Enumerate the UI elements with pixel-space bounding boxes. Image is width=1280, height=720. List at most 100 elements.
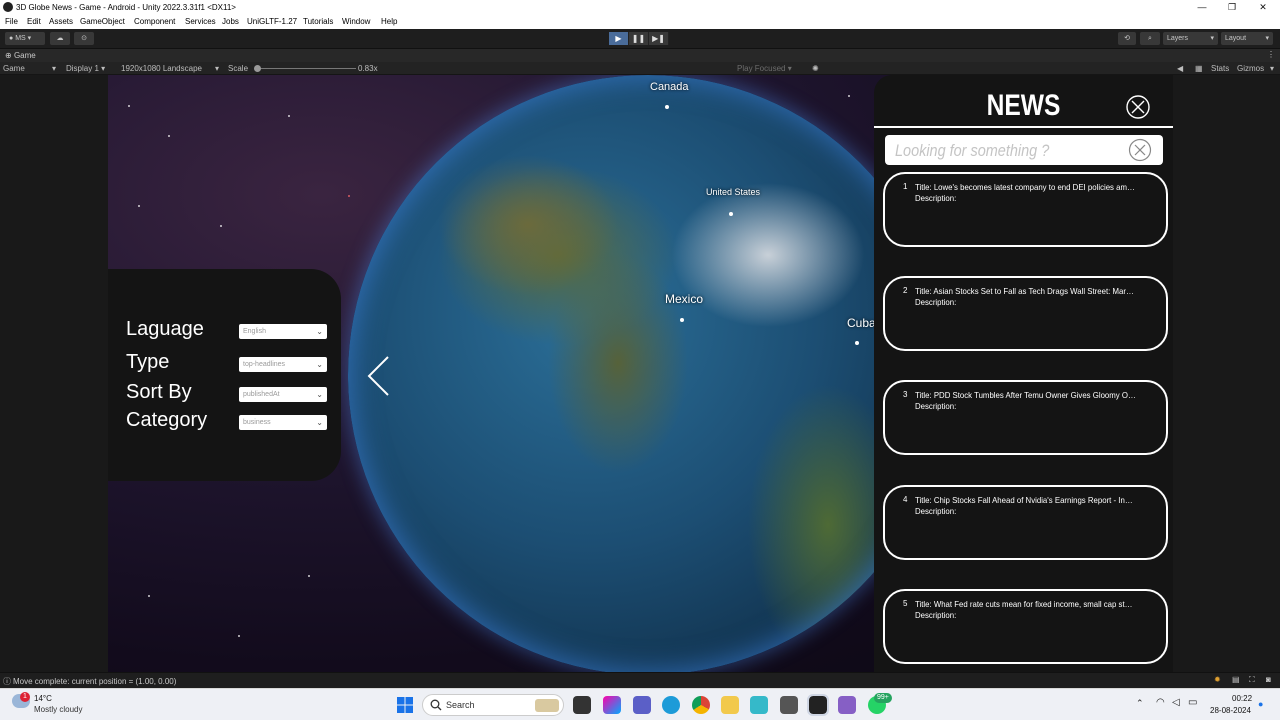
more-options-icon[interactable]: ⋮ bbox=[1267, 50, 1275, 59]
cloud-icon[interactable]: ☁ bbox=[50, 32, 70, 45]
label-cuba[interactable]: Cuba bbox=[847, 316, 876, 330]
notification-icon[interactable]: ◙ bbox=[1266, 675, 1271, 684]
stats-button[interactable]: Stats bbox=[1211, 64, 1229, 73]
pause-button[interactable]: ❚❚ bbox=[629, 32, 649, 45]
marker-usa[interactable] bbox=[729, 212, 733, 216]
news-card[interactable]: 5 Title: What Fed rate cuts mean for fix… bbox=[883, 589, 1168, 664]
volume-icon[interactable]: ◁ bbox=[1172, 697, 1180, 708]
marker-canada[interactable] bbox=[665, 105, 669, 109]
marker-mexico[interactable] bbox=[680, 318, 684, 322]
cache-icon[interactable]: ▤ bbox=[1232, 675, 1240, 684]
lighting-icon[interactable]: ✹ bbox=[1214, 675, 1221, 684]
task-view-icon[interactable] bbox=[573, 696, 591, 714]
chevron-up-icon[interactable]: ⌃ bbox=[1136, 698, 1144, 709]
type-value: top-headlines bbox=[243, 361, 286, 368]
grid-icon[interactable]: ▦ bbox=[1195, 64, 1203, 73]
menu-help[interactable]: Help bbox=[381, 17, 397, 26]
chevron-down-icon: ⌄ bbox=[316, 327, 323, 336]
taskbar-search[interactable]: Search bbox=[422, 694, 564, 716]
collab-icon[interactable]: ⊙ bbox=[74, 32, 94, 45]
news-search-input[interactable]: Looking for something ? bbox=[885, 135, 1163, 165]
visual-studio-icon[interactable] bbox=[838, 696, 856, 714]
playback-controls: ▶ ❚❚ ▶❚ bbox=[609, 32, 669, 45]
menu-services[interactable]: Services bbox=[185, 17, 216, 26]
news-divider bbox=[874, 126, 1173, 128]
mode-dropdown[interactable]: Game bbox=[3, 64, 25, 73]
bug-icon[interactable]: ✺ bbox=[812, 64, 819, 73]
close-button[interactable]: ✕ bbox=[1248, 0, 1278, 15]
news-title: Title: Chip Stocks Fall Ahead of Nvidia'… bbox=[915, 495, 1136, 505]
menu-gameobject[interactable]: GameObject bbox=[80, 17, 125, 26]
copilot-icon[interactable] bbox=[603, 696, 621, 714]
menu-edit[interactable]: Edit bbox=[27, 17, 41, 26]
earth-globe[interactable] bbox=[348, 75, 948, 672]
sort-select[interactable]: publishedAt ⌄ bbox=[239, 387, 327, 402]
unity-editor-icon[interactable] bbox=[807, 694, 829, 716]
marker-cuba[interactable] bbox=[855, 341, 859, 345]
play-mode-dropdown[interactable]: Play Focused ▾ bbox=[737, 64, 792, 73]
display-dropdown[interactable]: Display 1 ▾ bbox=[66, 64, 105, 73]
chevron-left-icon[interactable] bbox=[366, 355, 392, 397]
scale-slider-track[interactable] bbox=[258, 68, 356, 69]
menu-unigltf[interactable]: UniGLTF-1.27 bbox=[247, 17, 297, 26]
chevron-down-icon: ⌄ bbox=[316, 390, 323, 399]
search-label: Search bbox=[446, 700, 475, 710]
play-button[interactable]: ▶ bbox=[609, 32, 629, 45]
file-explorer-icon[interactable] bbox=[721, 696, 739, 714]
news-card[interactable]: 1 Title: Lowe's becomes latest company t… bbox=[883, 172, 1168, 247]
news-description: Description: bbox=[915, 297, 957, 307]
notifications-bell-icon[interactable]: ● bbox=[1258, 699, 1263, 709]
news-card[interactable]: 2 Title: Asian Stocks Set to Fall as Tec… bbox=[883, 276, 1168, 351]
unity-hub-icon[interactable] bbox=[780, 696, 798, 714]
app-icon[interactable] bbox=[750, 696, 768, 714]
language-select[interactable]: English ⌄ bbox=[239, 324, 327, 339]
teams-icon[interactable] bbox=[633, 696, 651, 714]
layout-dropdown[interactable]: Layout ▾ bbox=[1221, 32, 1273, 45]
mode-label: Game bbox=[3, 64, 25, 73]
tab-game[interactable]: ⊕ Game bbox=[5, 51, 36, 60]
menu-assets[interactable]: Assets bbox=[49, 17, 73, 26]
label-canada[interactable]: Canada bbox=[650, 81, 689, 93]
debug-icon[interactable]: ⛶ bbox=[1249, 675, 1255, 685]
mode-chevron-icon: ▾ bbox=[52, 64, 57, 73]
menu-jobs[interactable]: Jobs bbox=[222, 17, 239, 26]
label-usa[interactable]: United States bbox=[706, 187, 760, 197]
clock-time[interactable]: 00:22 bbox=[1232, 694, 1252, 703]
clear-search-icon[interactable] bbox=[1128, 138, 1152, 162]
edge-icon[interactable] bbox=[662, 696, 680, 714]
news-card[interactable]: 4 Title: Chip Stocks Fall Ahead of Nvidi… bbox=[883, 485, 1168, 560]
account-label: MS bbox=[15, 35, 26, 42]
maximize-button[interactable]: ❐ bbox=[1217, 0, 1247, 15]
label-mexico[interactable]: Mexico bbox=[665, 292, 703, 306]
history-icon[interactable]: ⟲ bbox=[1118, 32, 1136, 45]
minimize-button[interactable]: — bbox=[1187, 0, 1217, 15]
scale-slider-knob[interactable] bbox=[254, 65, 261, 72]
window-titlebar: 3D Globe News - Game - Android - Unity 2… bbox=[0, 0, 1280, 15]
close-icon[interactable] bbox=[1126, 95, 1150, 119]
search-icon[interactable]: ⌕ bbox=[1140, 32, 1160, 45]
wifi-icon[interactable]: ◠ bbox=[1156, 697, 1165, 708]
menu-window[interactable]: Window bbox=[342, 17, 370, 26]
tab-game-label: Game bbox=[13, 51, 36, 60]
windows-start-icon[interactable] bbox=[396, 696, 414, 714]
search-highlight-icon bbox=[535, 699, 559, 712]
menu-file[interactable]: File bbox=[5, 17, 18, 26]
type-select[interactable]: top-headlines ⌄ bbox=[239, 357, 327, 372]
resolution-dropdown[interactable]: 1920x1080 Landscape bbox=[121, 64, 202, 73]
audio-icon[interactable]: ◀ bbox=[1177, 64, 1183, 73]
gizmos-button[interactable]: Gizmos bbox=[1237, 64, 1264, 73]
news-description: Description: bbox=[915, 401, 957, 411]
account-dropdown[interactable]: ● MS ▾ bbox=[5, 32, 45, 45]
battery-icon[interactable]: ▭ bbox=[1188, 697, 1197, 708]
category-select[interactable]: business ⌄ bbox=[239, 415, 327, 430]
news-card[interactable]: 3 Title: PDD Stock Tumbles After Temu Ow… bbox=[883, 380, 1168, 455]
news-title: Title: What Fed rate cuts mean for fixed… bbox=[915, 599, 1136, 609]
editor-toolbar: ● MS ▾ ☁ ⊙ ▶ ❚❚ ▶❚ ⟲ ⌕ Layers ▾ Layout ▾ bbox=[0, 29, 1280, 49]
step-button[interactable]: ▶❚ bbox=[649, 32, 669, 45]
layers-dropdown[interactable]: Layers ▾ bbox=[1163, 32, 1218, 45]
scale-label: Scale bbox=[228, 64, 249, 73]
chrome-icon[interactable] bbox=[692, 696, 710, 714]
menu-tutorials[interactable]: Tutorials bbox=[303, 17, 333, 26]
clock-date[interactable]: 28-08-2024 bbox=[1210, 706, 1251, 715]
menu-component[interactable]: Component bbox=[134, 17, 175, 26]
